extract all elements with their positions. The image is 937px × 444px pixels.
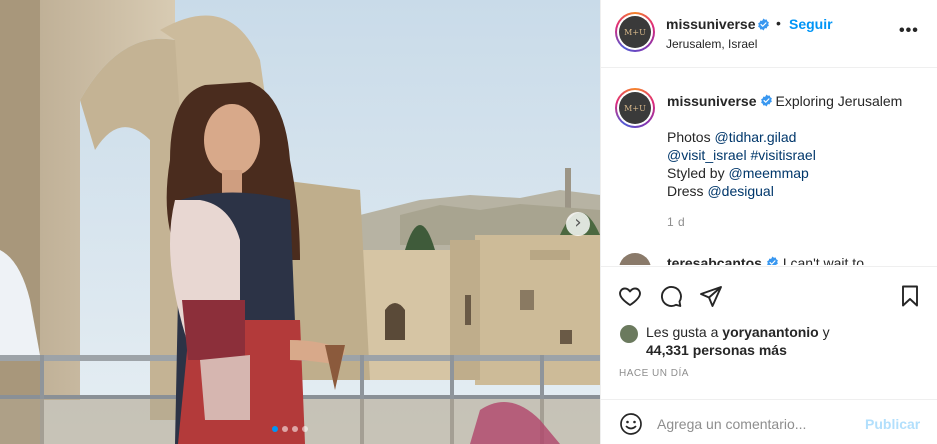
header-separator: • [776, 15, 781, 31]
carousel-dot [292, 426, 298, 432]
bookmark-icon[interactable] [898, 284, 922, 308]
next-photo-button[interactable]: › [566, 212, 590, 236]
caption-avatar: M+U [619, 92, 651, 124]
verified-badge-icon [758, 18, 769, 31]
paper-plane-icon[interactable] [699, 284, 723, 308]
comments-list: M+U missuniverse Exploring Jerusalem Pho… [601, 69, 937, 265]
publish-button[interactable]: Publicar [865, 416, 920, 432]
likes-count-link[interactable]: 44,331 personas más [646, 342, 787, 358]
heart-icon[interactable] [618, 284, 642, 308]
action-bar [601, 266, 937, 324]
caption-story-ring[interactable]: M+U [615, 88, 655, 128]
avatar: M+U [619, 16, 651, 48]
post-header: M+U missuniverse • Seguir Jerusalem, Isr… [601, 0, 937, 68]
carousel-dot [282, 426, 288, 432]
comment-item: teresabcantos I can't wait to [667, 255, 864, 265]
post-timestamp[interactable]: HACE UN DÍA [619, 368, 689, 379]
avatar-logo-text: M+U [624, 103, 646, 113]
mention-link[interactable]: @desigual [707, 183, 773, 199]
verified-badge-icon [766, 256, 778, 265]
post-photo[interactable]: › [0, 0, 600, 444]
likes-prefix: Les gusta a [646, 324, 719, 340]
add-comment-bar: Publicar [601, 399, 937, 444]
caption-first-line: missuniverse Exploring Jerusalem [667, 93, 902, 109]
liker-username-link[interactable]: yoryanantonio [722, 324, 818, 340]
caption-body: Photos @tidhar.gilad @visit_israel #visi… [667, 128, 816, 200]
story-ring[interactable]: M+U [615, 12, 655, 52]
caption-time[interactable]: 1 d [667, 215, 685, 229]
photos-label: Photos [667, 129, 711, 145]
likes-line: Les gusta a yoryanantonio y [646, 324, 830, 340]
comment-text: I can't wait to [782, 255, 864, 265]
likes-conj: y [822, 324, 830, 340]
hashtag-link[interactable]: #visitisrael [750, 147, 815, 163]
liker-avatar[interactable] [619, 324, 639, 344]
comment-avatar[interactable] [619, 253, 651, 265]
post-details-panel: M+U missuniverse • Seguir Jerusalem, Isr… [600, 0, 937, 444]
mention-link[interactable]: @meemmap [728, 165, 808, 181]
jerusalem-photo-image [0, 0, 600, 444]
avatar-logo-text: M+U [624, 27, 646, 37]
caption-username-link[interactable]: missuniverse [667, 93, 757, 109]
more-options-icon[interactable]: ••• [899, 22, 919, 40]
follow-button[interactable]: Seguir [789, 16, 833, 32]
comment-username-link[interactable]: teresabcantos [667, 255, 762, 265]
header-username-link[interactable]: missuniverse [666, 16, 756, 32]
comment-bubble-icon[interactable] [659, 284, 683, 308]
mention-link[interactable]: @tidhar.gilad [714, 129, 796, 145]
verified-badge-icon [760, 94, 772, 107]
mention-link[interactable]: @visit_israel [667, 147, 747, 163]
chevron-right-icon: › [574, 212, 582, 233]
carousel-indicator [272, 426, 308, 432]
styled-label: Styled by [667, 165, 725, 181]
location-link[interactable]: Jerusalem, Israel [666, 37, 757, 51]
dress-label: Dress [667, 183, 704, 199]
smiley-icon[interactable] [619, 412, 643, 436]
caption-text: Exploring Jerusalem [775, 93, 903, 109]
carousel-dot [272, 426, 278, 432]
comment-input[interactable] [657, 410, 857, 438]
carousel-dot [302, 426, 308, 432]
